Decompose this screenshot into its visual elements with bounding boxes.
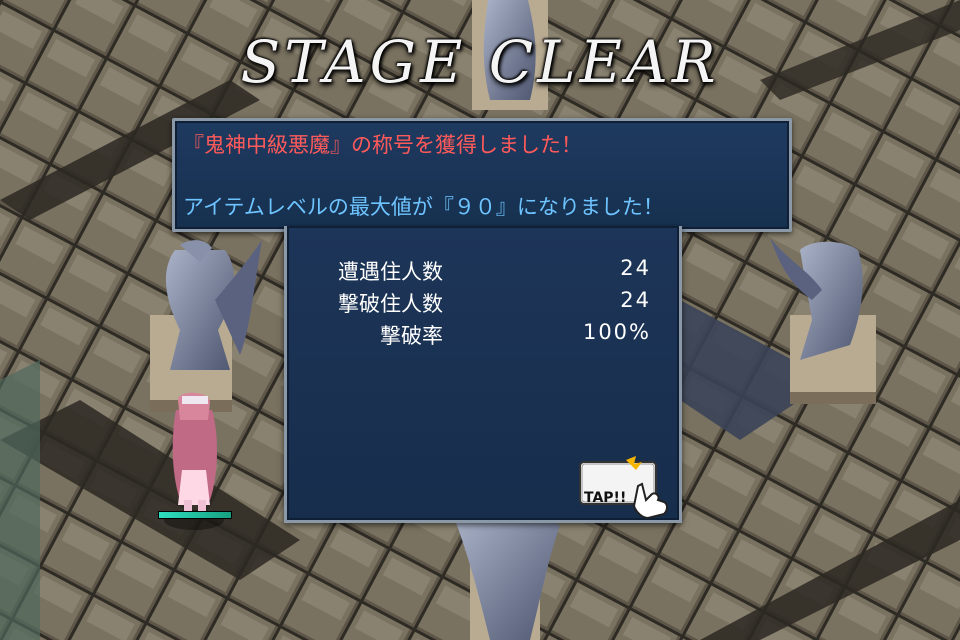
stat-value: 100% [582, 320, 651, 344]
stat-label: 遭遇住人数 [338, 260, 443, 284]
player-hp-bar [158, 511, 232, 519]
tap-hand-icon: TAP!! [579, 456, 668, 520]
tap-continue-button[interactable]: TAP!! [576, 456, 676, 520]
stat-label: 撃破住人数 [338, 292, 443, 316]
stat-row-encountered: 遭遇住人数 24 [287, 256, 679, 286]
title-earned-message: 『鬼神中級悪魔』の称号を獲得しました！ [183, 133, 582, 157]
reward-message-panel: 『鬼神中級悪魔』の称号を獲得しました！ アイテムレベルの最大値が『９０』になりま… [172, 118, 792, 232]
player-hp-fill [159, 512, 231, 518]
stat-row-defeated: 撃破住人数 24 [287, 288, 679, 318]
stat-value: 24 [620, 288, 651, 312]
stat-value: 24 [620, 256, 651, 280]
stat-row-defeat-rate: 撃破率 100% [287, 320, 679, 350]
item-level-message: アイテムレベルの最大値が『９０』になりました！ [183, 195, 664, 219]
stage-clear-title: STAGE CLEAR [240, 28, 720, 96]
stat-label: 撃破率 [380, 324, 443, 348]
tap-label: TAP!! [584, 490, 626, 506]
